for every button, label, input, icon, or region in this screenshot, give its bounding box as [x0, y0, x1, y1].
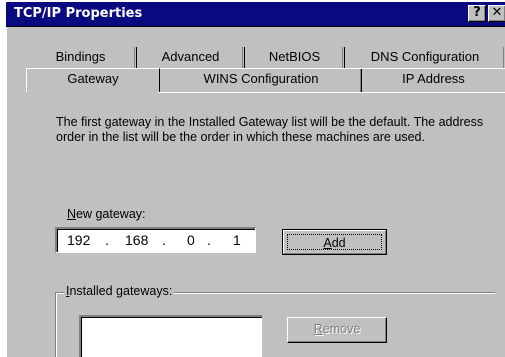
ip-dot: . — [207, 232, 211, 248]
tab-netbios[interactable]: NetBIOS — [245, 47, 345, 68]
installed-gateways-label: Installed gateways: — [64, 284, 175, 298]
tab-label: IP Address — [402, 71, 465, 86]
ip-octet-2[interactable]: 168 — [125, 232, 148, 248]
ip-dot: . — [105, 232, 109, 248]
tab-gateway[interactable]: Gateway — [26, 68, 160, 92]
tab-separator-shadow — [360, 69, 361, 92]
button-text: emove — [322, 322, 361, 336]
tab-ip-address[interactable]: IP Address — [362, 68, 505, 92]
label-text: ew gateway: — [76, 207, 146, 221]
ip-octet-4[interactable]: 1 — [233, 232, 241, 248]
tab-label: NetBIOS — [268, 49, 321, 64]
add-button-focus-rect: Add — [287, 234, 382, 250]
close-icon: ✕ — [491, 5, 503, 20]
add-button-bevel: Add — [283, 230, 386, 254]
tab-label: Bindings — [55, 49, 106, 64]
tab-page-border — [158, 92, 505, 93]
ip-octet-3[interactable]: 0 — [187, 232, 195, 248]
tcpip-properties-window: TCP/IP Properties ? ✕ Bindings Advanced … — [0, 0, 505, 357]
remove-button[interactable]: Remove — [287, 317, 387, 343]
tab-label: WINS Configuration — [203, 71, 319, 86]
close-button[interactable]: ✕ — [488, 5, 505, 22]
add-button[interactable]: Add — [282, 229, 387, 255]
window-title: TCP/IP Properties — [14, 6, 143, 21]
gateway-description: The first gateway in the Installed Gatew… — [56, 115, 484, 144]
label-text: nstalled gateways: — [69, 284, 173, 298]
tab-dns-configuration[interactable]: DNS Configuration — [345, 47, 505, 68]
title-bar[interactable]: TCP/IP Properties ? ✕ — [6, 2, 505, 27]
dialog-edge — [6, 27, 7, 357]
tab-label: Advanced — [161, 49, 220, 64]
tab-advanced[interactable]: Advanced — [137, 47, 245, 68]
tab-label: DNS Configuration — [370, 49, 480, 64]
new-gateway-label: New gateway: — [67, 207, 146, 221]
help-button[interactable]: ? — [468, 5, 486, 22]
installed-gateways-list[interactable] — [79, 315, 262, 357]
tab-wins-configuration[interactable]: WINS Configuration — [160, 68, 362, 92]
tab-label: Gateway — [67, 71, 119, 86]
accelerator-key: R — [313, 322, 323, 336]
ip-octet-1[interactable]: 192 — [67, 232, 90, 248]
new-gateway-ip-field[interactable]: 192 . 168 . 0 . 1 — [55, 227, 256, 253]
accelerator-key: N — [67, 207, 77, 221]
button-text: dd — [331, 236, 346, 250]
ip-dot: . — [162, 232, 166, 248]
accelerator-key: A — [323, 236, 332, 250]
tab-bindings[interactable]: Bindings — [25, 47, 137, 68]
